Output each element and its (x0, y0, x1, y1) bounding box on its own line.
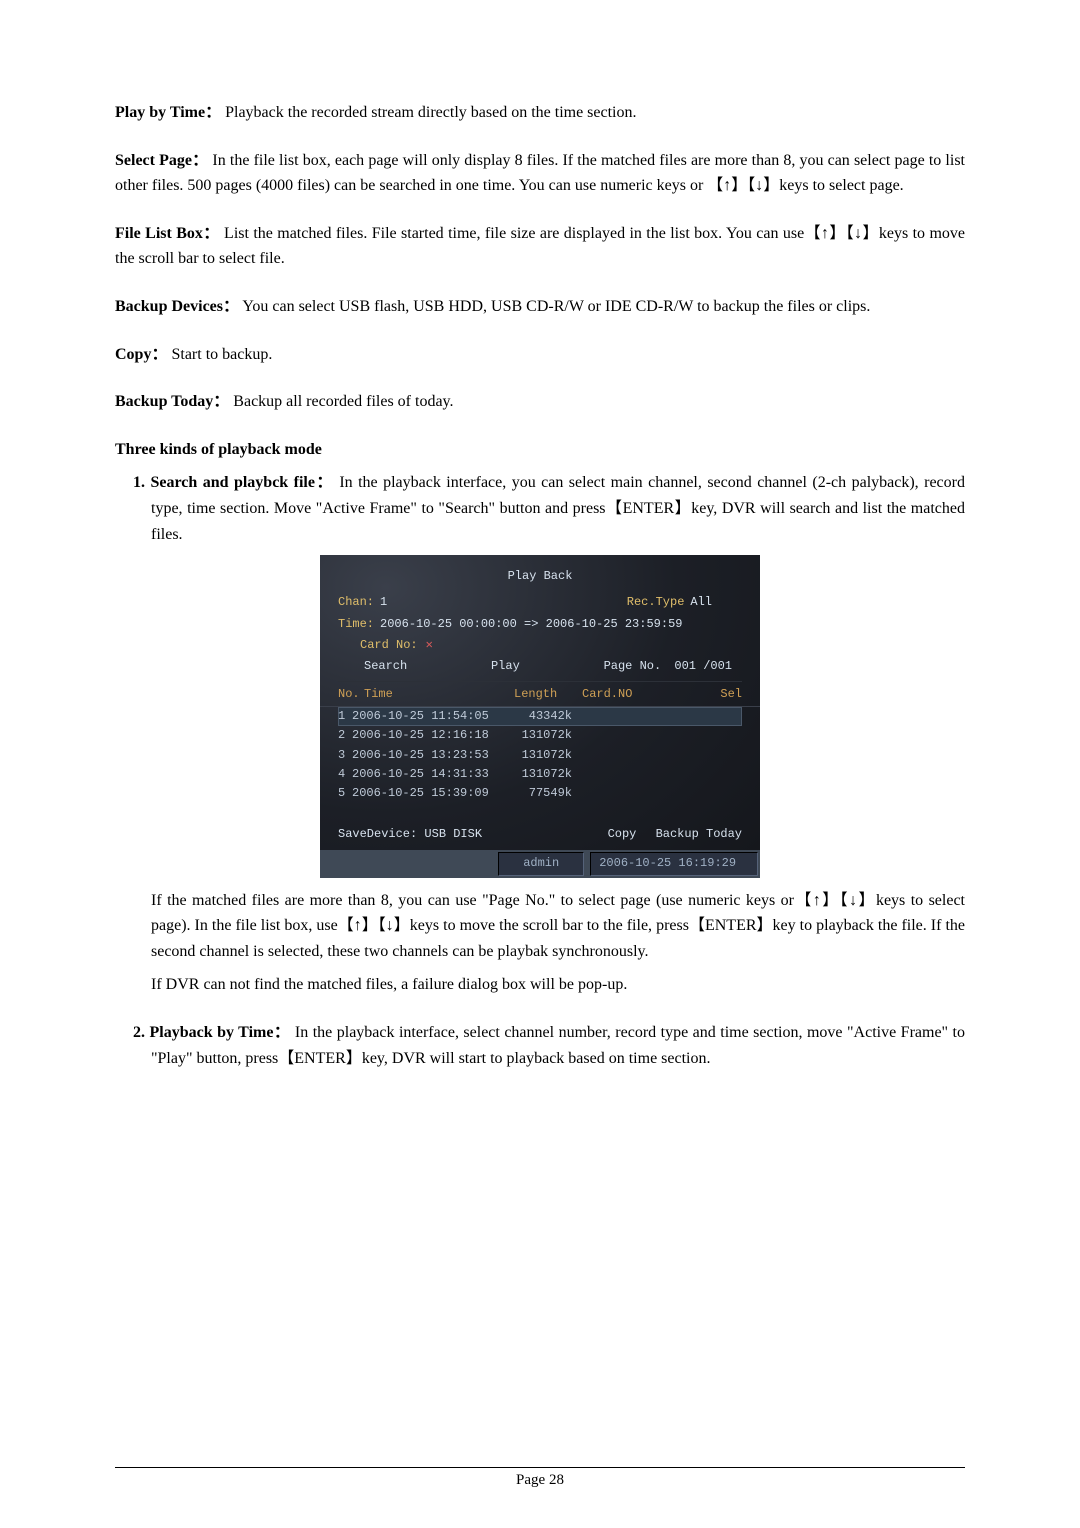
label-backup-devices: Backup Devices： (115, 298, 239, 315)
ss-pageno-current: 001 (674, 659, 696, 673)
ss-rectype-label: Rec.Type (627, 593, 685, 612)
text-backup-devices: You can select USB flash, USB HDD, USB C… (242, 298, 870, 315)
label-play-by-time: Play by Time： (115, 104, 221, 121)
ss-row-actions: Search Play Page No. 001 /001 (320, 656, 760, 677)
after-ss-para-2: If DVR can not find the matched files, a… (133, 972, 965, 998)
ss-pageno-total: /001 (703, 659, 732, 673)
ss-chan-label: Chan: (338, 593, 374, 612)
ss-status-bar: admin 2006-10-25 16:19:29 (320, 850, 760, 877)
table-row[interactable]: 5 2006-10-25 15:39:09 77549k (338, 784, 742, 803)
item-2: 2. Playback by Time： In the playback int… (133, 1020, 965, 1071)
col-no: No. (338, 685, 364, 704)
col-sel: Sel (657, 685, 742, 704)
item-1-label: 1. Search and playbck file： (133, 474, 334, 491)
ss-pageno-group[interactable]: Page No. 001 /001 (604, 657, 732, 676)
ss-file-table: 1 2006-10-25 11:54:05 43342k 2 2006-10-2… (320, 707, 760, 815)
col-cardno: Card.NO (582, 685, 657, 704)
table-row[interactable]: 4 2006-10-25 14:31:33 131072k (338, 765, 742, 784)
label-file-list-box: File List Box： (115, 225, 220, 242)
ss-rectype-value[interactable]: All (690, 593, 712, 612)
ss-status-time: 2006-10-25 16:19:29 (590, 852, 758, 875)
ss-status-user: admin (498, 852, 584, 875)
text-select-page: In the file list box, each page will onl… (115, 152, 965, 195)
table-row[interactable]: 3 2006-10-25 13:23:53 131072k (338, 746, 742, 765)
ss-row-time: Time: 2006-10-25 00:00:00 => 2006-10-25 … (320, 614, 760, 635)
ss-chan-value[interactable]: 1 (380, 593, 440, 612)
ss-search-button[interactable]: Search (364, 657, 407, 676)
ss-time-range[interactable]: 2006-10-25 00:00:00 => 2006-10-25 23:59:… (380, 615, 682, 634)
heading-three-kinds: Three kinds of playback mode (115, 437, 965, 463)
text-copy: Start to backup. (171, 346, 272, 363)
item-1: 1. Search and playbck file： In the playb… (133, 470, 965, 547)
ss-pageno-label: Page No. (604, 659, 662, 673)
para-file-list-box: File List Box： List the matched files. F… (115, 221, 965, 272)
label-backup-today: Backup Today： (115, 393, 229, 410)
cardno-disabled-icon[interactable]: ✕ (426, 636, 433, 655)
para-play-by-time: Play by Time： Playback the recorded stre… (115, 100, 965, 126)
ss-title: Play Back (320, 565, 760, 592)
after-ss-para-1: If the matched files are more than 8, yo… (133, 888, 965, 965)
ss-row-cardno: Card No: ✕ (320, 635, 760, 656)
text-play-by-time: Playback the recorded stream directly ba… (225, 104, 636, 121)
para-select-page: Select Page： In the file list box, each … (115, 148, 965, 199)
ss-copy-button[interactable]: Copy (608, 827, 637, 841)
ss-row-chan-rectype: Chan: 1 Rec.Type All (320, 592, 760, 613)
ss-cardno-label: Card No: (360, 636, 418, 655)
col-time: Time (364, 685, 514, 704)
dvr-playback-screenshot: Play Back Chan: 1 Rec.Type All Time: 200… (320, 555, 760, 878)
ss-savedevice-label: SaveDevice: (338, 827, 417, 841)
label-select-page: Select Page： (115, 152, 208, 169)
item-2-label: 2. Playback by Time： (133, 1024, 290, 1041)
text-file-list-box: List the matched files. File started tim… (115, 225, 965, 268)
table-row[interactable]: 1 2006-10-25 11:54:05 43342k (338, 707, 742, 726)
ss-savedevice[interactable]: SaveDevice: USB DISK (338, 825, 482, 844)
para-backup-today: Backup Today： Backup all recorded files … (115, 389, 965, 415)
ss-play-button[interactable]: Play (491, 657, 520, 676)
col-length: Length (514, 685, 582, 704)
ss-time-label: Time: (338, 615, 374, 634)
para-backup-devices: Backup Devices： You can select USB flash… (115, 294, 965, 320)
text-backup-today: Backup all recorded files of today. (233, 393, 453, 410)
ss-savedevice-value: USB DISK (424, 827, 482, 841)
ss-backup-today-button[interactable]: Backup Today (656, 827, 742, 841)
table-row[interactable]: 2 2006-10-25 12:16:18 131072k (338, 726, 742, 745)
ss-bottom-row: SaveDevice: USB DISK Copy Backup Today (320, 821, 760, 850)
footer-page-number: Page 28 (0, 1468, 1080, 1492)
label-copy: Copy： (115, 346, 167, 363)
ss-table-header: No. Time Length Card.NO Sel (320, 682, 760, 707)
para-copy: Copy： Start to backup. (115, 342, 965, 368)
